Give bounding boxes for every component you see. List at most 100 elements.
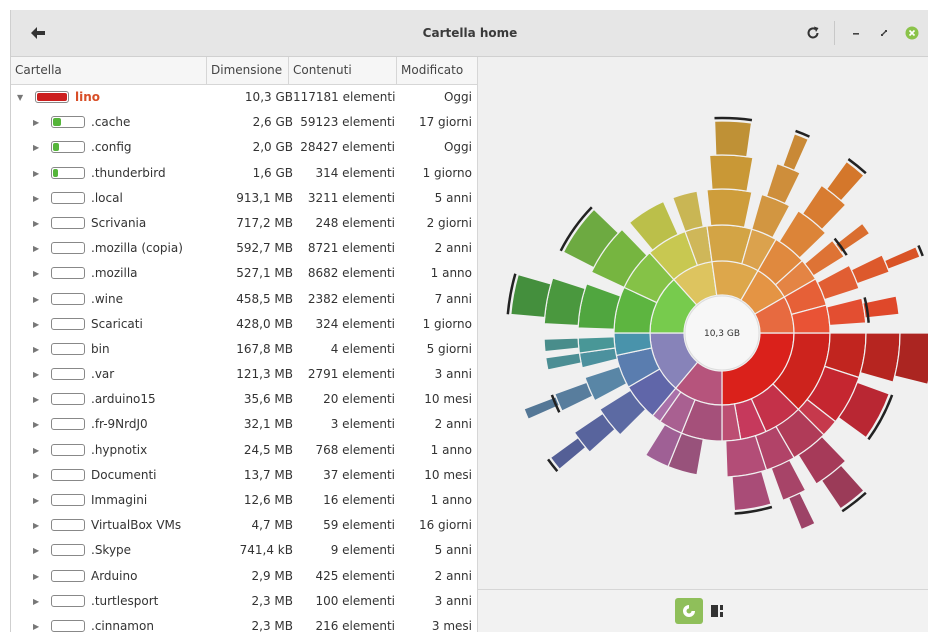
expand-arrow-icon[interactable]: ▶ <box>33 186 39 211</box>
folder-name: .cache <box>91 115 131 130</box>
folder-name: .hypnotix <box>91 442 148 457</box>
tree-row[interactable]: ▶ Documenti 13,7 MB 37 elementi 10 mesi <box>11 463 477 488</box>
usage-bar <box>35 91 69 103</box>
tree-row[interactable]: ▶ Arduino 2,9 MB 425 elementi 2 anni <box>11 564 477 589</box>
tree-row[interactable]: ▶ .config 2,0 GB 28427 elementi Oggi <box>11 135 477 160</box>
tree-row[interactable]: ▶ .turtlesport 2,3 MB 100 elementi 3 anni <box>11 589 477 614</box>
ring-segment[interactable] <box>706 188 753 229</box>
ring-segment[interactable] <box>850 254 891 285</box>
tree-row[interactable]: ▶ VirtualBox VMs 4,7 MB 59 elementi 16 giorn… <box>11 513 477 538</box>
folder-size: 458,5 MB <box>236 291 293 306</box>
expand-arrow-icon[interactable]: ▶ <box>33 387 39 412</box>
collapse-arrow-icon[interactable]: ▼ <box>17 85 23 110</box>
ring-segment[interactable] <box>510 273 552 319</box>
usage-bar <box>51 544 85 557</box>
folder-name: .mozilla <box>91 266 138 281</box>
expand-arrow-icon[interactable]: ▶ <box>33 463 39 488</box>
expand-arrow-icon[interactable]: ▶ <box>33 362 39 387</box>
ring-segment[interactable] <box>731 470 772 512</box>
tree-row-root[interactable]: ▼ lino 10,3 GB 117181 elementi Oggi <box>11 85 477 110</box>
usage-bar <box>51 418 85 431</box>
ring-segment[interactable] <box>708 154 754 192</box>
expand-arrow-icon[interactable]: ▶ <box>33 488 39 513</box>
folder-modified: 2 anni <box>434 241 472 256</box>
ring-segment[interactable] <box>549 436 587 471</box>
back-button[interactable] <box>23 19 53 47</box>
col-folder-header[interactable]: Cartella <box>11 57 207 84</box>
folder-contents: 8721 elementi <box>307 241 395 256</box>
ring-segment[interactable] <box>545 352 582 371</box>
tree-row[interactable]: ▶ .cinnamon 2,3 MB 216 elementi 3 mesi <box>11 614 477 632</box>
usage-bar <box>51 569 85 582</box>
tree-row[interactable]: ▶ .cache 2,6 GB 59123 elementi 17 giorni <box>11 110 477 135</box>
folder-name: .thunderbird <box>91 165 166 180</box>
treemap-view-button[interactable] <box>703 598 731 624</box>
tree-row[interactable]: ▶ .Skype 741,4 kB 9 elementi 5 anni <box>11 538 477 563</box>
tree-row[interactable]: ▶ .wine 458,5 MB 2382 elementi 7 anni <box>11 287 477 312</box>
expand-arrow-icon[interactable]: ▶ <box>33 261 39 286</box>
expand-arrow-icon[interactable]: ▶ <box>33 564 39 589</box>
expand-arrow-icon[interactable]: ▶ <box>33 412 39 437</box>
reload-button[interactable] <box>798 18 828 48</box>
folder-size: 913,1 MB <box>236 190 293 205</box>
titlebar-separator <box>834 21 835 45</box>
expand-arrow-icon[interactable]: ▶ <box>33 589 39 614</box>
folder-size: 527,1 MB <box>236 266 293 281</box>
expand-arrow-icon[interactable]: ▶ <box>33 161 39 186</box>
ring-chart-view-button[interactable] <box>675 598 703 624</box>
minimize-button[interactable] <box>845 22 867 44</box>
expand-arrow-icon[interactable]: ▶ <box>33 287 39 312</box>
expand-arrow-icon[interactable]: ▶ <box>33 337 39 362</box>
tree-row[interactable]: ▶ .mozilla (copia) 592,7 MB 8721 elementi 2 … <box>11 236 477 261</box>
usage-bar <box>51 342 85 355</box>
tree-row[interactable]: ▶ .thunderbird 1,6 GB 314 elementi 1 giorno <box>11 161 477 186</box>
expand-arrow-icon[interactable]: ▶ <box>33 438 39 463</box>
folder-modified: 5 anni <box>434 190 472 205</box>
tree-row[interactable]: ▶ bin 167,8 MB 4 elementi 5 giorni <box>11 337 477 362</box>
tree-row[interactable]: ▶ Scaricati 428,0 MB 324 elementi 1 giorno <box>11 312 477 337</box>
tree-row[interactable]: ▶ .hypnotix 24,5 MB 768 elementi 1 anno <box>11 438 477 463</box>
expand-arrow-icon[interactable]: ▶ <box>33 110 39 135</box>
folder-size: 167,8 MB <box>236 341 293 356</box>
expand-arrow-icon[interactable]: ▶ <box>33 513 39 538</box>
col-modified-header[interactable]: Modificato <box>397 57 477 84</box>
col-size-header[interactable]: Dimensione <box>207 57 289 84</box>
ring-segment[interactable] <box>787 492 816 531</box>
folder-contents: 117181 elementi <box>293 90 396 104</box>
ring-segment[interactable] <box>713 120 753 158</box>
tree-row[interactable]: ▶ .local 913,1 MB 3211 elementi 5 anni <box>11 186 477 211</box>
expand-arrow-icon[interactable]: ▶ <box>33 135 39 160</box>
folder-size: 2,9 MB <box>251 568 293 583</box>
ring-segment[interactable] <box>893 332 928 385</box>
tree-row[interactable]: ▶ Immagini 12,6 MB 16 elementi 1 anno <box>11 488 477 513</box>
folder-name: Immagini <box>91 493 148 507</box>
expand-arrow-icon[interactable]: ▶ <box>33 211 39 236</box>
usage-bar-fill <box>53 118 61 127</box>
tree-row[interactable]: ▶ .var 121,3 MB 2791 elementi 3 anni <box>11 362 477 387</box>
folder-size: 428,0 MB <box>236 316 293 331</box>
expand-arrow-icon[interactable]: ▶ <box>33 614 39 632</box>
view-switcher-bar <box>478 589 928 632</box>
maximize-button[interactable] <box>873 22 895 44</box>
ring-segment[interactable] <box>543 337 580 353</box>
ring-segment[interactable] <box>553 381 594 412</box>
tree-row[interactable]: ▶ .fr-9NrdJ0 32,1 MB 3 elementi 2 anni <box>11 412 477 437</box>
ring-segment[interactable] <box>883 245 921 270</box>
ring-segment[interactable] <box>859 332 901 383</box>
tree-row[interactable]: ▶ .mozilla 527,1 MB 8682 elementi 1 anno <box>11 261 477 286</box>
expand-arrow-icon[interactable]: ▶ <box>33 236 39 261</box>
tree-row[interactable]: ▶ .arduino15 35,6 MB 20 elementi 10 mesi <box>11 387 477 412</box>
expand-arrow-icon[interactable]: ▶ <box>33 538 39 563</box>
folder-contents: 324 elementi <box>315 316 395 331</box>
more-items-marker <box>714 116 753 122</box>
expand-arrow-icon[interactable]: ▶ <box>33 312 39 337</box>
col-contents-header[interactable]: Contenuti <box>289 57 397 84</box>
ring-segment[interactable] <box>782 133 810 172</box>
ring-segment[interactable] <box>671 190 704 233</box>
tree-row[interactable]: ▶ Scrivania 717,2 MB 248 elementi 2 giorni <box>11 211 477 236</box>
window-title: Cartella home <box>422 26 518 40</box>
ring-segment[interactable] <box>826 297 867 327</box>
ring-chart[interactable]: 10,3 GB <box>478 57 928 591</box>
folder-name: bin <box>91 341 110 356</box>
close-button[interactable] <box>901 22 923 44</box>
